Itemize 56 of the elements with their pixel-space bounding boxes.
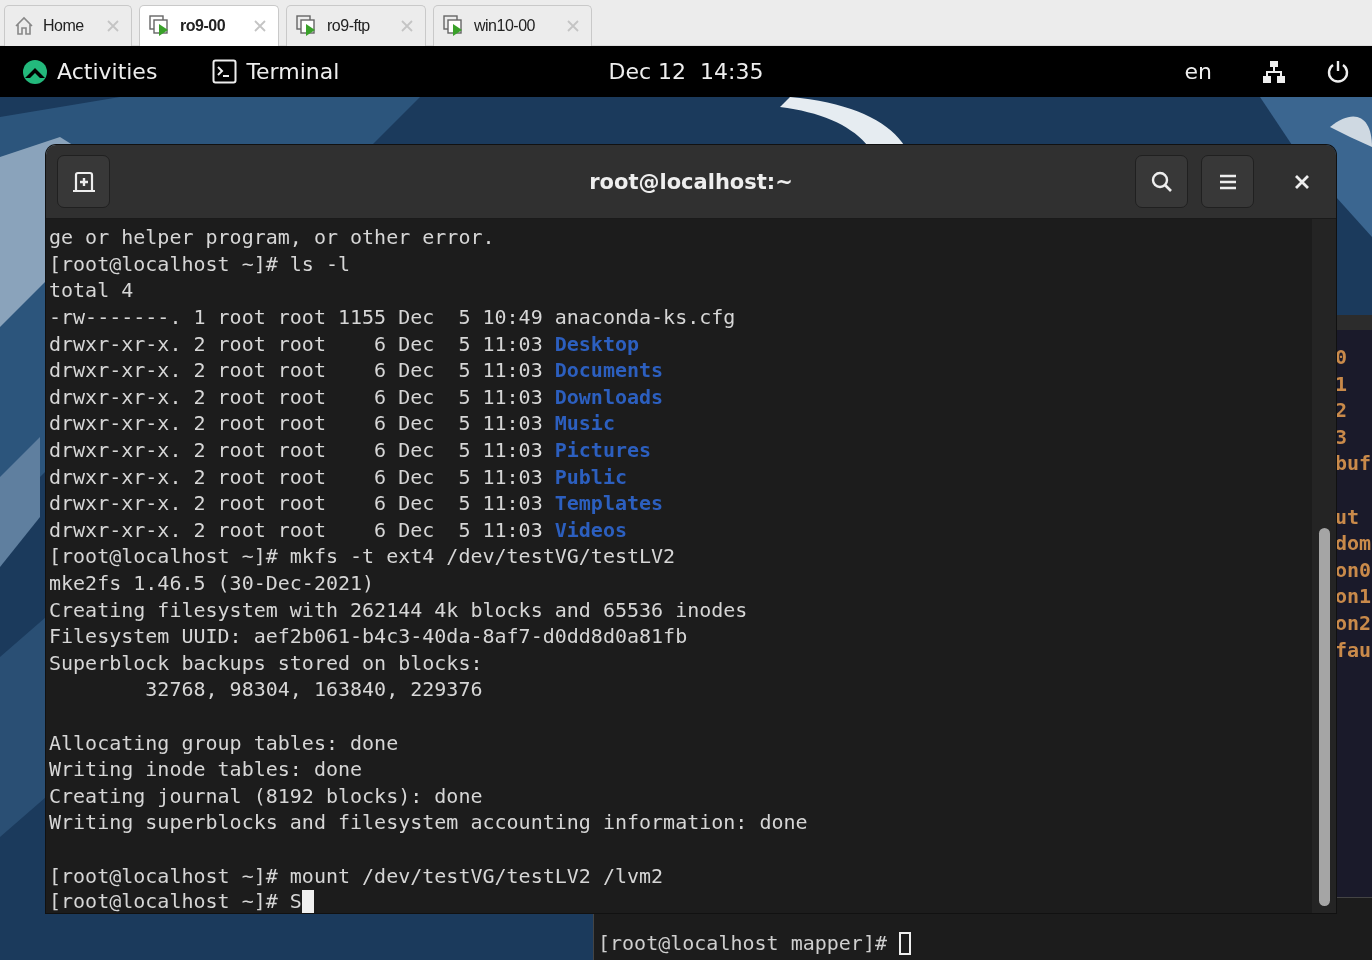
power-icon[interactable]: [1326, 59, 1350, 84]
terminal-line: dom: [1335, 531, 1372, 558]
terminal-line: Allocating group tables: done: [49, 729, 400, 756]
terminal-line: mke2fs 1.46.5 (30-Dec-2021): [49, 570, 376, 597]
terminal-line: Creating journal (8192 blocks): done: [49, 782, 484, 810]
terminal-line: Creating filesystem with 262144 4k blocks and 65536 inodes: [49, 596, 749, 623]
terminal-line: Writing inode tables: done: [49, 756, 364, 783]
search-button[interactable]: [1135, 155, 1188, 208]
terminal-line: drwxr-xr-x. 2 root root 6 Dec 5 11:03 Downloads: [49, 383, 665, 411]
logo-icon: [22, 58, 48, 85]
browser-tab[interactable]: ro9-00: [139, 5, 279, 46]
menu-button[interactable]: [1201, 155, 1254, 208]
activities-button[interactable]: Activities: [22, 58, 158, 85]
search-icon: [1149, 169, 1174, 194]
terminal-line: 1: [1335, 371, 1349, 398]
new-tab-button[interactable]: [57, 155, 110, 208]
terminal-line: 32768, 98304, 163840, 229376: [144, 676, 484, 703]
scrollbar-thumb[interactable]: [1319, 528, 1330, 906]
window-title: root@localhost:~: [589, 169, 793, 194]
terminal-line: [root@localhost mapper]#: [598, 930, 1372, 957]
clock[interactable]: Dec 12 14:35: [608, 59, 764, 84]
terminal-line: drwxr-xr-x. 2 root root 6 Dec 5 11:03 Videos: [49, 516, 628, 544]
terminal-line: 3: [1335, 424, 1349, 451]
terminal-line: Writing superblocks and filesystem accounting information: done: [49, 809, 809, 836]
terminal-line: [root@localhost ~]# ls -l: [49, 250, 352, 278]
terminal-line: total 4: [49, 277, 135, 304]
terminal-line: drwxr-xr-x. 2 root root 6 Dec 5 11:03 Public: [49, 463, 628, 490]
terminal-line: [root@localhost ~]# mount /dev/testVG/testLV2 /lvm2: [49, 862, 665, 889]
terminal-icon: [212, 59, 238, 84]
terminal-line: drwxr-xr-x. 2 root root 6 Dec 5 11:03 Templates: [49, 490, 665, 517]
terminal-line: fau: [1335, 637, 1372, 664]
browser-tab[interactable]: ro9-ftp: [286, 5, 426, 46]
wallpaper-arc: [1330, 116, 1372, 147]
house-icon: [13, 15, 35, 37]
terminal-line: ut: [1335, 504, 1361, 531]
terminal-line: ge or helper program, or other error.: [49, 224, 496, 251]
close-icon: [1294, 173, 1310, 190]
new-tab-icon: [71, 169, 96, 194]
terminal-line: [root@localhost ~]# mkfs -t ext4 /dev/testVG/testLV2: [49, 543, 677, 570]
browser-tab[interactable]: Home: [4, 5, 132, 46]
terminal-line: Filesystem UUID: aef2b061-b4c3-40da-8af7-d0dd8d0a81fb: [49, 623, 689, 650]
app-menu-button[interactable]: Terminal: [212, 59, 340, 84]
terminal-line: drwxr-xr-x. 2 root root 6 Dec 5 11:03 Desktop: [49, 330, 641, 357]
terminal-line: Superblock backups stored on blocks:: [49, 649, 484, 677]
terminal-line: -rw-------. 1 root root 1155 Dec 5 10:49 anaconda-ks.cfg: [49, 304, 737, 331]
terminal-line: [root@localhost ~]# S: [49, 888, 302, 913]
terminal-line: on1: [1335, 584, 1372, 611]
keyboard-layout[interactable]: en: [1184, 59, 1212, 84]
network-icon[interactable]: [1262, 59, 1286, 84]
menu-icon: [1218, 172, 1237, 191]
terminal-line: drwxr-xr-x. 2 root root 6 Dec 5 11:03 Music: [49, 410, 616, 437]
browser-tab[interactable]: win10-00: [433, 5, 592, 46]
terminal-line: on0: [1335, 557, 1372, 584]
terminal-line: on2: [1335, 610, 1372, 637]
terminal-line: drwxr-xr-x. 2 root root 6 Dec 5 11:03 Documents: [49, 357, 665, 384]
terminal-line: drwxr-xr-x. 2 root root 6 Dec 5 11:03 Pictures: [49, 437, 653, 464]
